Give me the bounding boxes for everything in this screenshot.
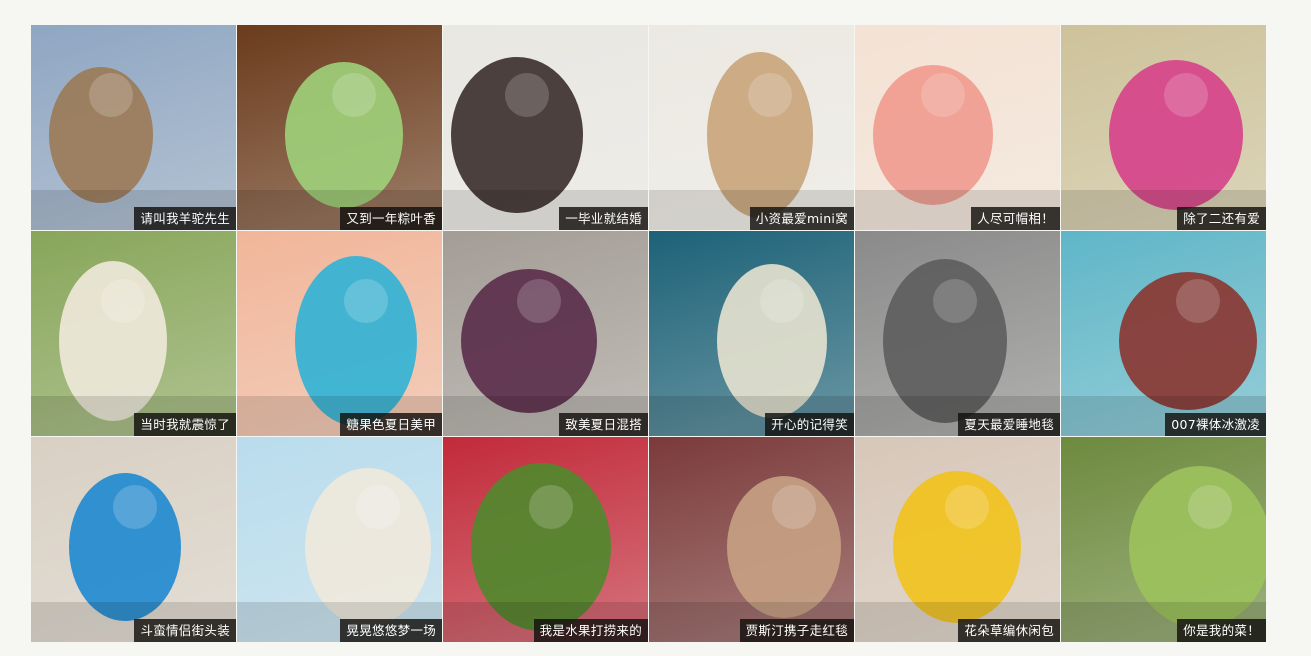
- tile-caption: 花朵草编休闲包: [958, 619, 1060, 642]
- nails-photo: [237, 231, 442, 436]
- icecream-photo: [1061, 231, 1266, 436]
- tile-caption: 007裸体冰激凌: [1165, 413, 1266, 436]
- tile-caption: 小资最爱mini窝: [749, 207, 854, 230]
- tile-caption: 又到一年粽叶香: [340, 207, 442, 230]
- zongzi-photo: [237, 25, 442, 230]
- tile-caption: 斗蛮情侣街头装: [134, 619, 236, 642]
- frog-photo: [1061, 437, 1266, 642]
- tile-caption: 人尽可帽相！: [971, 207, 1060, 230]
- gallery-tile-18[interactable]: 你是我的菜！: [1061, 437, 1266, 642]
- tile-caption: 我是水果打捞来的: [533, 619, 648, 642]
- straw-bag-photo: [855, 437, 1060, 642]
- hammock-photo: [237, 437, 442, 642]
- gallery-tile-7[interactable]: 当时我就震惊了: [31, 231, 236, 436]
- gallery-tile-1[interactable]: 请叫我羊驼先生: [31, 25, 236, 230]
- tile-caption: 请叫我羊驼先生: [134, 207, 236, 230]
- couple-fashion-photo: [31, 437, 236, 642]
- tile-caption: 糖果色夏日美甲: [340, 413, 442, 436]
- gallery-tile-3[interactable]: 一毕业就结婚: [443, 25, 648, 230]
- tile-caption: 晃晃悠悠梦一场: [340, 619, 442, 642]
- gallery-tile-12[interactable]: 007裸体冰激凌: [1061, 231, 1266, 436]
- tile-caption: 致美夏日混搭: [559, 413, 648, 436]
- rug-photo: [855, 231, 1060, 436]
- beluga-photo: [649, 231, 854, 436]
- gallery-tile-17[interactable]: 花朵草编休闲包: [855, 437, 1060, 642]
- photo-gallery: 请叫我羊驼先生 又到一年粽叶香 一毕业就结婚 小资最爱mini窝 人尽可帽相！ …: [31, 25, 1267, 642]
- tile-caption: 开心的记得笑: [765, 413, 854, 436]
- gallery-tile-5[interactable]: 人尽可帽相！: [855, 25, 1060, 230]
- gallery-tile-9[interactable]: 致美夏日混搭: [443, 231, 648, 436]
- gallery-tile-13[interactable]: 斗蛮情侣街头装: [31, 437, 236, 642]
- fashion-girl-photo: [443, 231, 648, 436]
- gallery-tile-4[interactable]: 小资最爱mini窝: [649, 25, 854, 230]
- radish-man-photo: [31, 231, 236, 436]
- tile-caption: 贾斯汀携子走红毯: [739, 619, 854, 642]
- gallery-tile-16[interactable]: 贾斯汀携子走红毯: [649, 437, 854, 642]
- tile-caption: 除了二还有爱: [1177, 207, 1266, 230]
- gallery-tile-10[interactable]: 开心的记得笑: [649, 231, 854, 436]
- couple-photo: [443, 25, 648, 230]
- girl-dog-photo: [1061, 25, 1266, 230]
- fruit-baby-photo: [443, 437, 648, 642]
- tile-caption: 当时我就震惊了: [134, 413, 236, 436]
- gallery-tile-15[interactable]: 我是水果打捞来的: [443, 437, 648, 642]
- tile-caption: 你是我的菜！: [1177, 619, 1266, 642]
- justin-baby-photo: [649, 437, 854, 642]
- gallery-tile-2[interactable]: 又到一年粽叶香: [237, 25, 442, 230]
- gallery-tile-11[interactable]: 夏天最爱睡地毯: [855, 231, 1060, 436]
- gallery-tile-14[interactable]: 晃晃悠悠梦一场: [237, 437, 442, 642]
- living-room-photo: [649, 25, 854, 230]
- tile-caption: 一毕业就结婚: [559, 207, 648, 230]
- hat-photo: [855, 25, 1060, 230]
- gallery-tile-8[interactable]: 糖果色夏日美甲: [237, 231, 442, 436]
- gallery-tile-6[interactable]: 除了二还有爱: [1061, 25, 1266, 230]
- giraffe-photo: [31, 25, 236, 230]
- tile-caption: 夏天最爱睡地毯: [958, 413, 1060, 436]
